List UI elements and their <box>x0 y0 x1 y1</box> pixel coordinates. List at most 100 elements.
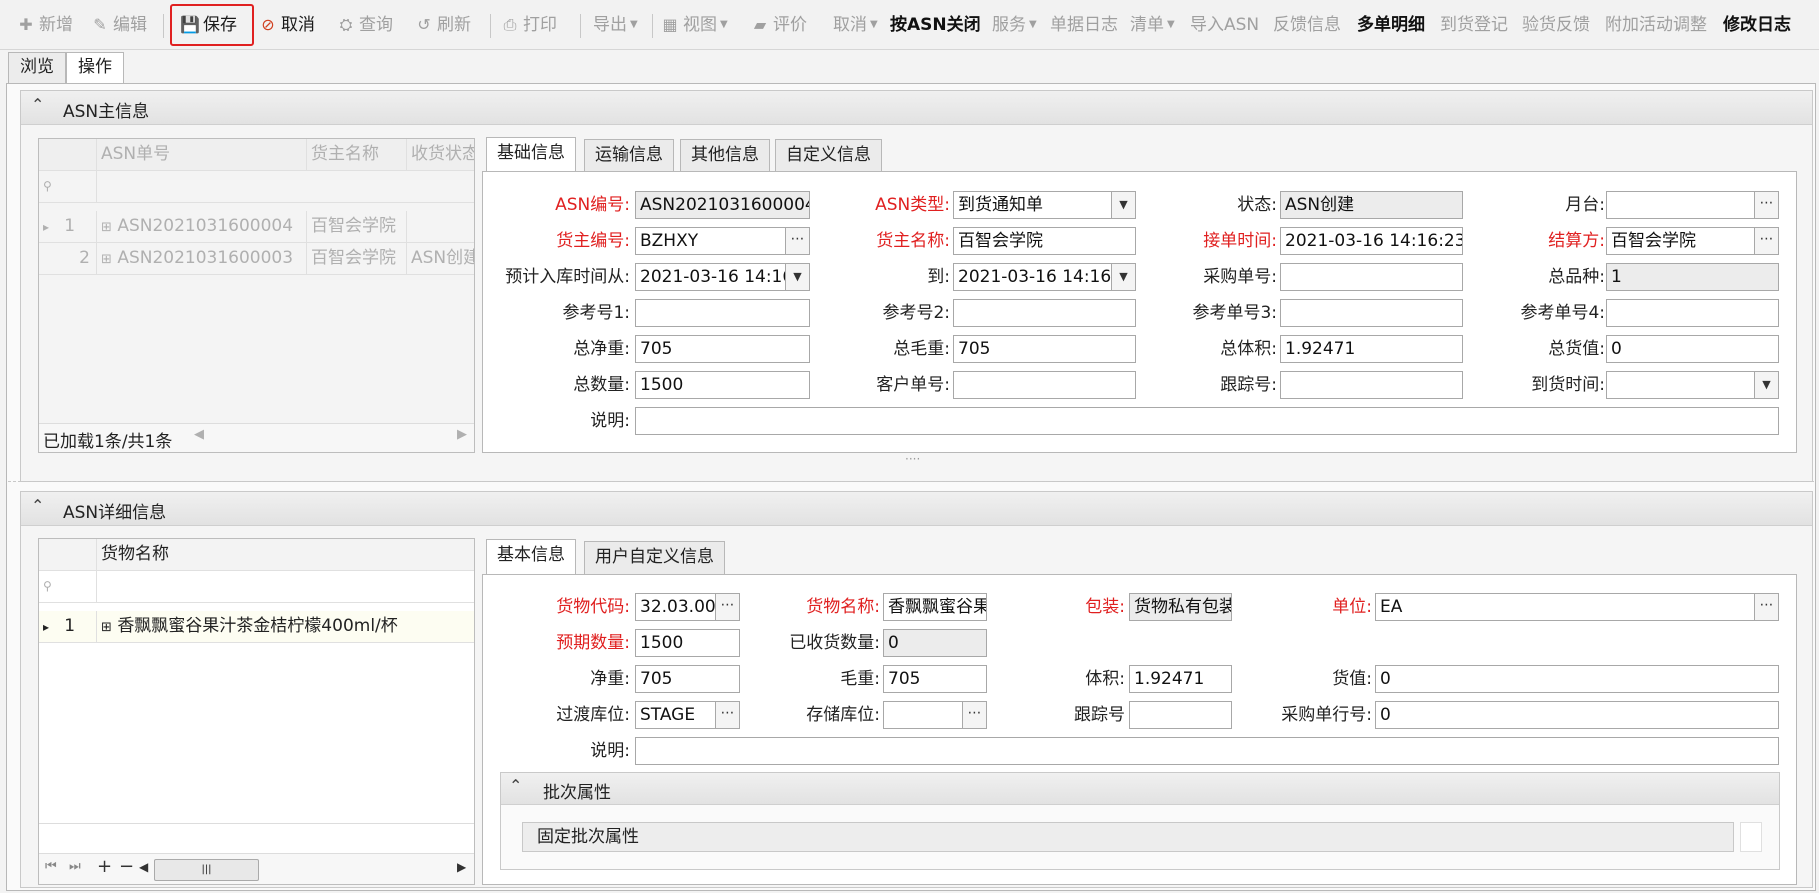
goods-name-field[interactable]: 香飘飘蜜谷果 <box>883 593 987 621</box>
po-field[interactable] <box>1280 263 1463 291</box>
ellipsis-icon[interactable]: ⋯ <box>715 702 739 728</box>
arrival-register-button[interactable]: 到货登记 <box>1440 12 1508 38</box>
ellipsis-icon[interactable]: ⋯ <box>1754 594 1778 620</box>
status-cell[interactable]: ASN创建 <box>407 243 474 275</box>
close-by-asn-button[interactable]: 按ASN关闭 <box>890 12 981 38</box>
scroll-left-icon[interactable]: ◀ <box>194 427 204 442</box>
new-button[interactable]: ✚ 新增 <box>16 12 73 38</box>
ref2-field[interactable] <box>953 299 1136 327</box>
expected-qty-field[interactable]: 1500 <box>635 629 740 657</box>
tab-custom-info[interactable]: 自定义信息 <box>775 139 882 172</box>
tab-other-info[interactable]: 其他信息 <box>680 139 770 172</box>
tracking-field[interactable] <box>1280 371 1463 399</box>
asn-type-select[interactable]: 到货通知单 ▼ <box>953 191 1136 219</box>
settle-field[interactable]: 百智会学院 ⋯ <box>1606 227 1779 255</box>
save-button[interactable]: 💾 保存 <box>180 12 237 38</box>
ellipsis-icon[interactable]: ⋯ <box>1754 192 1778 218</box>
storage-location-field[interactable]: ⋯ <box>883 701 987 729</box>
ref4-field[interactable] <box>1606 299 1779 327</box>
dropdown-arrow-icon[interactable]: ▼ <box>1111 192 1135 218</box>
asn-no-field[interactable]: ASN2021031600004 <box>635 191 810 219</box>
gross-weight-field[interactable]: 705 <box>953 335 1136 363</box>
asn-header-group-header[interactable]: ⌃ ASN主信息 <box>21 91 1812 125</box>
first-record-icon[interactable]: ⏮ <box>45 859 57 874</box>
rate-button[interactable]: ▰ 评价 <box>750 12 807 38</box>
value-field[interactable]: 0 <box>1606 335 1779 363</box>
status-field[interactable]: ASN创建 <box>1280 191 1463 219</box>
expand-icon[interactable]: ⊞ <box>101 220 112 235</box>
chevron-up-icon[interactable]: ⌃ <box>509 776 522 795</box>
extra-activity-button[interactable]: 附加活动调整 <box>1605 12 1707 38</box>
dropdown-arrow-icon[interactable]: ▼ <box>785 264 809 290</box>
net-weight-field[interactable]: 705 <box>635 335 810 363</box>
tab-browse[interactable]: 浏览 <box>8 52 66 83</box>
owner-cell[interactable]: 百智会学院 <box>307 211 407 243</box>
table-row[interactable]: ▸ 1 <box>39 211 97 243</box>
goods-name-cell[interactable]: ⊞ 香飘飘蜜谷果汁茶金桔柠檬400ml/杯 <box>97 611 474 643</box>
cancel-button[interactable]: ⊘ 取消 <box>258 12 315 38</box>
volume-field[interactable]: 1.92471 <box>1280 335 1463 363</box>
splitter[interactable] <box>8 481 1814 482</box>
column-header-owner[interactable]: 货主名称 <box>307 139 407 171</box>
order-time-field[interactable]: 2021-03-16 14:16:23 <box>1280 227 1463 255</box>
dropdown-arrow-icon[interactable]: ▼ <box>1111 264 1135 290</box>
inspection-feedback-button[interactable]: 验货反馈 <box>1522 12 1590 38</box>
received-qty-field[interactable]: 0 <box>883 629 987 657</box>
tracking-field[interactable] <box>1129 701 1232 729</box>
tab-transport-info[interactable]: 运输信息 <box>584 139 674 172</box>
scroll-right-icon[interactable]: ▶ <box>457 860 466 874</box>
horizontal-scrollbar-thumb[interactable]: ||| <box>154 859 259 881</box>
tab-basic-info[interactable]: 基础信息 <box>486 137 576 172</box>
batch-attributes-header[interactable]: ⌃ 批次属性 <box>501 773 1779 805</box>
doc-log-button[interactable]: 单据日志 <box>1050 12 1118 38</box>
tab-operate[interactable]: 操作 <box>66 52 124 84</box>
scroll-right-icon[interactable]: ▶ <box>457 427 467 442</box>
fixed-batch-attributes-header[interactable]: 固定批次属性 <box>522 822 1734 852</box>
ellipsis-icon[interactable]: ⋯ <box>715 594 739 620</box>
unit-field[interactable]: EA ⋯ <box>1375 593 1779 621</box>
owner-cell[interactable]: 百智会学院 <box>307 243 407 275</box>
service-dropdown[interactable]: 服务 ▼ <box>992 12 1037 38</box>
column-header-asn-no[interactable]: ASN单号 <box>97 139 307 171</box>
table-row[interactable]: ▸ 1 <box>39 611 97 643</box>
edit-button[interactable]: ✎ 编辑 <box>90 12 147 38</box>
export-dropdown[interactable]: 导出 ▼ <box>593 12 638 38</box>
multi-detail-button[interactable]: 多单明细 <box>1357 12 1425 38</box>
staging-location-field[interactable]: STAGE ⋯ <box>635 701 740 729</box>
value-field[interactable]: 0 <box>1375 665 1779 693</box>
tab-basic-info[interactable]: 基本信息 <box>486 539 576 574</box>
column-header-goods-name[interactable]: 货物名称 <box>97 539 474 571</box>
status-cell[interactable] <box>407 211 474 243</box>
tab-user-custom-info[interactable]: 用户自定义信息 <box>584 541 725 574</box>
table-row[interactable]: 2 <box>39 243 97 275</box>
arrival-time-field[interactable]: ▼ <box>1606 371 1779 399</box>
list-dropdown[interactable]: 清单 ▼ <box>1130 12 1175 38</box>
dropdown-arrow-icon[interactable]: ▼ <box>1754 372 1778 398</box>
remove-record-icon[interactable]: − <box>119 856 134 877</box>
ellipsis-icon[interactable]: ⋯ <box>962 702 986 728</box>
gross-weight-field[interactable]: 705 <box>883 665 987 693</box>
eta-to-field[interactable]: 2021-03-16 14:16 ▼ <box>953 263 1136 291</box>
goods-code-field[interactable]: 32.03.00 ⋯ <box>635 593 740 621</box>
cancel-dropdown[interactable]: 取消 ▼ <box>833 12 878 38</box>
add-record-icon[interactable]: + <box>97 856 112 877</box>
chevron-up-icon[interactable]: ⌃ <box>31 496 44 515</box>
asn-no-cell[interactable]: ⊞ ASN2021031600003 <box>97 243 307 275</box>
ref3-field[interactable] <box>1280 299 1463 327</box>
filter-row[interactable] <box>97 171 474 203</box>
owner-code-field[interactable]: BZHXY ⋯ <box>635 227 810 255</box>
package-field[interactable]: 货物私有包装 <box>1129 593 1232 621</box>
ref1-field[interactable] <box>635 299 810 327</box>
modify-log-button[interactable]: 修改日志 <box>1723 12 1791 38</box>
scrollbar[interactable] <box>1740 822 1762 852</box>
print-button[interactable]: ⎙ 打印 <box>500 12 557 38</box>
sku-count-field[interactable]: 1 <box>1606 263 1779 291</box>
customer-order-field[interactable] <box>953 371 1136 399</box>
asn-detail-group-header[interactable]: ⌃ ASN详细信息 <box>21 492 1812 526</box>
last-record-icon[interactable]: ⏭ <box>69 859 81 874</box>
scroll-left-icon[interactable]: ◀ <box>139 860 148 874</box>
quantity-field[interactable]: 1500 <box>635 371 810 399</box>
owner-name-field[interactable]: 百智会学院 <box>953 227 1136 255</box>
ellipsis-icon[interactable]: ⋯ <box>1754 228 1778 254</box>
dock-field[interactable]: ⋯ <box>1606 191 1779 219</box>
